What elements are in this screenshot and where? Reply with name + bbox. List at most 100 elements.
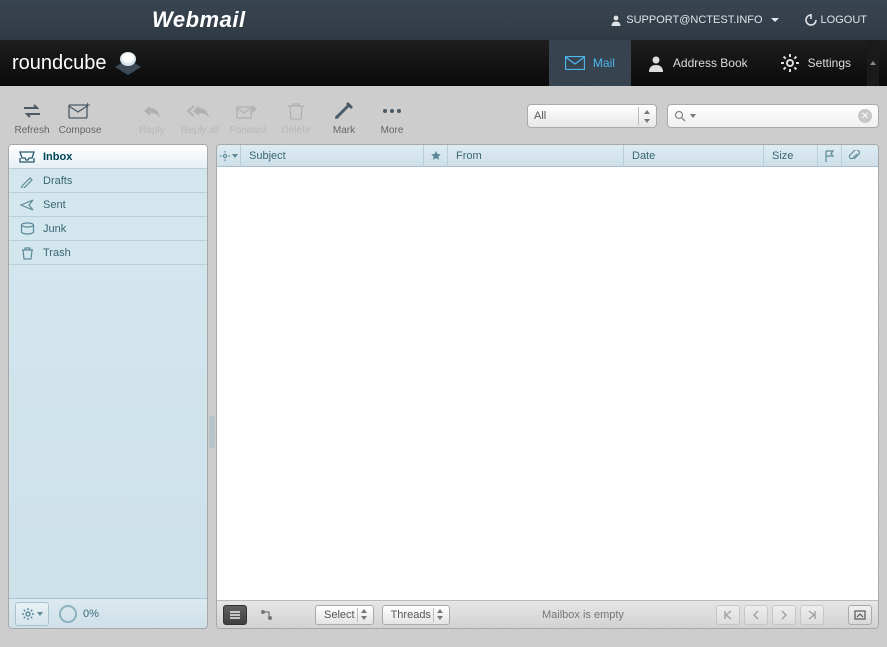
folder-sent[interactable]: Sent (9, 193, 207, 217)
filter-selected-label: All (534, 110, 546, 122)
folder-label: Junk (43, 223, 66, 235)
search-input[interactable] (700, 110, 854, 122)
folder-inbox[interactable]: Inbox (9, 145, 207, 169)
refresh-icon (21, 102, 43, 120)
compose-button[interactable]: + Compose (56, 94, 104, 138)
next-icon (780, 610, 788, 620)
gear-icon (780, 53, 800, 73)
message-list-pane: Subject From Date Size Select Threads Ma… (216, 144, 879, 629)
mail-icon (565, 56, 585, 70)
folder-trash[interactable]: Trash (9, 241, 207, 265)
tab-mail[interactable]: Mail (549, 40, 631, 86)
tab-addressbook-label: Address Book (673, 56, 748, 70)
sent-icon (20, 199, 35, 211)
tab-mail-label: Mail (593, 56, 615, 70)
first-icon (723, 610, 733, 620)
logout-link[interactable]: LOGOUT (797, 14, 875, 26)
message-list-footer: Select Threads Mailbox is empty (217, 600, 878, 628)
first-page-button[interactable] (716, 605, 740, 625)
topbar: Webmail SUPPORT@NCTEST.INFO LOGOUT (0, 0, 887, 40)
quota-circle-icon (59, 605, 77, 623)
column-subject[interactable]: Subject (241, 145, 424, 166)
filter-select[interactable]: All (527, 104, 657, 128)
paperclip-icon (848, 150, 860, 162)
tab-addressbook[interactable]: Address Book (631, 40, 764, 86)
last-icon (807, 610, 817, 620)
column-headers: Subject From Date Size (217, 145, 878, 167)
flag-icon (824, 150, 835, 162)
prev-icon (752, 610, 760, 620)
last-page-button[interactable] (800, 605, 824, 625)
svg-text:+: + (85, 102, 90, 110)
folder-label: Trash (43, 247, 71, 259)
gear-small-icon (21, 607, 35, 621)
user-label: SUPPORT@NCTEST.INFO (626, 14, 762, 26)
list-view-button[interactable] (223, 605, 247, 625)
person-icon (647, 54, 665, 72)
thread-view-button[interactable] (255, 605, 279, 625)
reply-button: Reply (128, 94, 176, 138)
quota-display: 0% (59, 605, 99, 623)
replyall-icon (187, 102, 213, 120)
compose-icon: + (68, 102, 92, 120)
forward-button: Forward (224, 94, 272, 138)
list-icon (229, 610, 241, 620)
replyall-button: Reply all (176, 94, 224, 138)
column-size[interactable]: Size (764, 145, 818, 166)
more-icon (382, 107, 402, 115)
search-icon (674, 110, 686, 122)
mark-icon (333, 101, 355, 121)
quota-text: 0% (83, 608, 99, 620)
folder-junk[interactable]: Junk (9, 217, 207, 241)
settings-more[interactable] (867, 40, 879, 86)
user-menu[interactable]: SUPPORT@NCTEST.INFO (602, 14, 786, 26)
folder-options-button[interactable] (15, 602, 49, 626)
thread-icon (260, 609, 274, 621)
trash-icon (287, 101, 305, 121)
tab-settings[interactable]: Settings (764, 40, 867, 86)
next-page-button[interactable] (772, 605, 796, 625)
prev-page-button[interactable] (744, 605, 768, 625)
toolbar: Refresh + Compose Reply Reply all Forwar… (8, 94, 879, 138)
clear-search-icon[interactable]: ✕ (858, 109, 872, 123)
logout-icon (805, 14, 817, 26)
select-menu[interactable]: Select (315, 605, 374, 625)
pencil-icon (20, 174, 34, 188)
folder-label: Sent (43, 199, 66, 211)
user-icon (610, 14, 622, 26)
search-box[interactable]: ✕ (667, 104, 879, 128)
refresh-button[interactable]: Refresh (8, 94, 56, 138)
pane-splitter[interactable] (209, 416, 215, 448)
column-options[interactable] (217, 145, 241, 166)
column-from[interactable]: From (448, 145, 624, 166)
appbar: roundcube Mail Address Book Settings (0, 40, 887, 86)
message-list-body (217, 167, 878, 600)
tab-settings-label: Settings (808, 56, 851, 70)
forward-icon (236, 102, 260, 120)
page-nav (716, 605, 824, 625)
more-button[interactable]: More (368, 94, 416, 138)
folder-label: Drafts (43, 175, 72, 187)
delete-button: Delete (272, 94, 320, 138)
column-star[interactable] (424, 145, 448, 166)
folder-footer: 0% (9, 598, 207, 628)
folder-label: Inbox (43, 151, 72, 163)
star-icon (430, 150, 442, 162)
junk-icon (20, 222, 35, 235)
caret-down-icon (771, 18, 779, 22)
column-attachment[interactable] (842, 145, 866, 166)
preview-toggle-button[interactable] (848, 605, 872, 625)
expand-icon (854, 610, 866, 620)
reply-icon (141, 102, 163, 120)
search-options-caret[interactable] (690, 114, 696, 118)
threads-menu[interactable]: Threads (382, 605, 450, 625)
logout-label: LOGOUT (821, 14, 867, 26)
status-text: Mailbox is empty (458, 609, 708, 621)
folder-drafts[interactable]: Drafts (9, 169, 207, 193)
inbox-icon (19, 151, 35, 163)
column-date[interactable]: Date (624, 145, 764, 166)
roundcube-logo: roundcube (12, 49, 145, 77)
column-flag[interactable] (818, 145, 842, 166)
trash-folder-icon (21, 246, 34, 260)
mark-button[interactable]: Mark (320, 94, 368, 138)
